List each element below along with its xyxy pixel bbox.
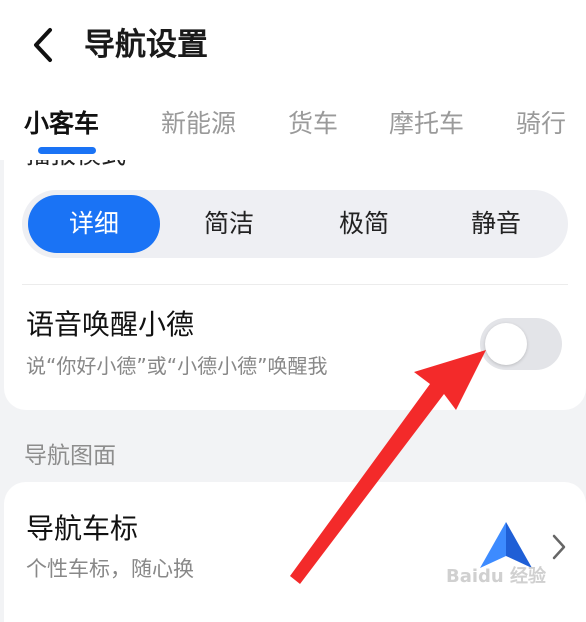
mode-concise-button[interactable]: 简洁 (163, 195, 295, 253)
header-bar: 导航设置 小客车 新能源 货车 摩托车 骑行 (0, 0, 586, 160)
page-title: 导航设置 (84, 27, 208, 63)
car-icon-setting-row[interactable]: 导航车标 个性车标，随心换 (4, 482, 586, 622)
mode-mute-button[interactable]: 静音 (430, 195, 562, 253)
voice-wake-title: 语音唤醒小德 (26, 308, 195, 341)
divider (22, 284, 568, 285)
car-icon-description: 个性车标，随心换 (26, 557, 194, 581)
settings-card: 播报模式 详细 简洁 极简 静音 语音唤醒小德 说“你好小德”或“小德小德”唤醒… (4, 160, 586, 410)
broadcast-mode-heading: 播报模式 (26, 160, 126, 172)
broadcast-mode-selector: 详细 简洁 极简 静音 (22, 190, 568, 258)
toggle-knob (485, 323, 527, 365)
voice-wake-description: 说“你好小德”或“小德小德”唤醒我 (26, 354, 328, 378)
watermark-logo: Baidu 经验 (446, 566, 547, 587)
mode-detailed-button[interactable]: 详细 (28, 195, 160, 253)
tab-car[interactable]: 小客车 (24, 104, 99, 144)
tab-new-energy[interactable]: 新能源 (161, 104, 236, 144)
tab-motorcycle[interactable]: 摩托车 (389, 104, 464, 144)
chevron-right-icon (552, 534, 566, 560)
vehicle-tabs: 小客车 新能源 货车 摩托车 骑行 (0, 104, 586, 148)
chevron-left-icon[interactable] (24, 22, 64, 68)
section-label-nav-view: 导航图面 (24, 443, 116, 469)
voice-wake-toggle[interactable] (480, 318, 562, 370)
active-tab-indicator (38, 147, 96, 154)
tab-cycling[interactable]: 骑行 (516, 104, 566, 144)
car-icon-title: 导航车标 (26, 512, 139, 545)
mode-minimal-button[interactable]: 极简 (298, 195, 430, 253)
tab-truck[interactable]: 货车 (288, 104, 338, 144)
